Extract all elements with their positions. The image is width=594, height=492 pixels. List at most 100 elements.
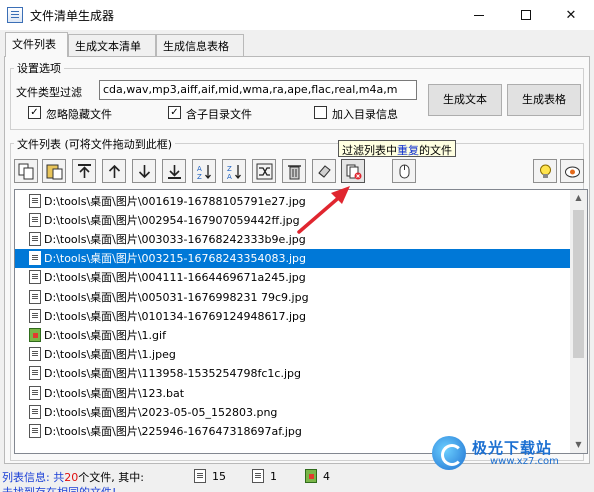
sort-az-icon: AZ [197, 164, 211, 180]
status-suffix: 个文件, 其中: [78, 471, 144, 484]
sort-za-icon: ZA [227, 164, 241, 180]
move-down-button[interactable] [132, 159, 156, 183]
image-file-icon [29, 212, 41, 227]
list-item-path: D:\tools\桌面\图片\2023-05-05_152803.png [44, 405, 278, 419]
list-item[interactable]: D:\tools\桌面\图片\004111-1664469671a245.jpg [15, 268, 575, 287]
maximize-icon [521, 10, 531, 20]
filter-duplicates-button[interactable] [341, 159, 365, 183]
image-file-icon [29, 193, 41, 208]
shuffle-icon [256, 163, 272, 179]
list-item-path: D:\tools\桌面\图片\004111-1664469671a245.jpg [44, 271, 306, 285]
tooltip-prefix: 过滤列表中 [342, 144, 397, 157]
list-item-path: D:\tools\桌面\图片\001619-16788105791e27.jpg [44, 194, 306, 208]
image-file-icon [194, 469, 206, 483]
text-file-icon [252, 469, 264, 483]
list-item[interactable]: D:\tools\桌面\图片\010134-16769124948617.jpg [15, 306, 575, 325]
scroll-up-icon[interactable]: ▲ [570, 190, 587, 206]
status-count-image-value: 15 [212, 469, 226, 483]
image-file-icon [29, 347, 41, 362]
minimize-icon [474, 14, 484, 16]
watermark: 极光下载站 www.xz7.com [432, 436, 590, 470]
list-item-path: D:\tools\桌面\图片\003215-16768243354083.jpg [44, 252, 307, 266]
list-item-path: D:\tools\桌面\图片\005031-1676998231 79c9.jp… [44, 290, 309, 304]
generate-text-button[interactable]: 生成文本 [428, 84, 502, 116]
lightbulb-icon [539, 164, 551, 178]
mouse-icon [399, 164, 409, 178]
clear-button[interactable] [312, 159, 336, 183]
list-item-path: D:\tools\桌面\图片\225946-167647318697af.jpg [44, 424, 302, 438]
image-file-icon [29, 231, 41, 246]
close-button[interactable]: ✕ [548, 0, 594, 30]
svg-text:Z: Z [197, 173, 202, 180]
list-item-path: D:\tools\桌面\图片\003033-16768242333b9e.jpg [44, 232, 306, 246]
lightbulb-button[interactable] [533, 159, 557, 183]
copy-button[interactable] [14, 159, 38, 183]
window-title: 文件清单生成器 [30, 9, 115, 23]
filter-label: 文件类型过滤 [16, 86, 82, 99]
list-item[interactable]: D:\tools\桌面\图片\003215-16768243354083.jpg [15, 248, 575, 268]
status-count-gif: 4 [305, 469, 330, 483]
list-item-path: D:\tools\桌面\图片\1.gif [44, 328, 166, 342]
paste-icon [46, 164, 62, 179]
filter-input[interactable]: cda,wav,mp3,aiff,aif,mid,wma,ra,ape,flac… [99, 80, 417, 100]
add-dir-info-checkbox[interactable] [314, 106, 327, 119]
tooltip-highlight: 重复 [397, 144, 419, 157]
watermark-title: 极光下载站 [472, 439, 553, 457]
list-item[interactable]: D:\tools\桌面\图片\005031-1676998231 79c9.jp… [15, 287, 575, 306]
list-item[interactable]: D:\tools\桌面\图片\1.gif [15, 325, 575, 344]
shuffle-button[interactable] [252, 159, 276, 183]
move-top-button[interactable] [72, 159, 96, 183]
status-prefix: 列表信息: 共 [2, 471, 65, 484]
image-file-icon [29, 423, 41, 438]
svg-text:A: A [227, 173, 232, 180]
filter-duplicates-icon [346, 164, 361, 179]
list-item[interactable]: D:\tools\桌面\图片\123.bat [15, 383, 575, 402]
paste-button[interactable] [42, 159, 66, 183]
mouse-button[interactable] [392, 159, 416, 183]
sort-za-button[interactable]: ZA [222, 159, 246, 183]
ignore-hidden-checkbox[interactable]: ✓ [28, 106, 41, 119]
maximize-button[interactable] [503, 0, 549, 30]
tab-info-table[interactable]: 生成信息表格 [156, 34, 244, 56]
tab-text-list[interactable]: 生成文本清单 [68, 34, 156, 56]
list-item[interactable]: D:\tools\桌面\图片\2023-05-05_152803.png [15, 402, 575, 421]
list-item-path: D:\tools\桌面\图片\002954-167907059442ff.jpg [44, 213, 300, 227]
generate-table-button[interactable]: 生成表格 [507, 84, 581, 116]
about-button[interactable] [560, 159, 584, 183]
move-top-icon [77, 163, 91, 178]
image-file-icon [29, 289, 41, 304]
list-item-path: D:\tools\桌面\图片\113958-1535254798fc1c.jpg [44, 367, 301, 381]
scroll-thumb[interactable] [573, 210, 584, 358]
status-total: 20 [64, 471, 79, 484]
settings-group-title: 设置选项 [14, 60, 64, 76]
svg-text:Z: Z [227, 165, 232, 173]
sort-az-button[interactable]: AZ [192, 159, 216, 183]
image-file-icon [29, 404, 41, 419]
status-summary: 列表信息: 共20个文件, 其中: [2, 469, 144, 485]
ignore-hidden-label: 忽略隐藏文件 [46, 108, 112, 121]
add-dir-info-label: 加入目录信息 [332, 108, 398, 121]
gif-file-icon [29, 327, 41, 342]
tooltip-suffix: 的文件 [419, 144, 452, 157]
app-icon [7, 7, 23, 23]
image-file-icon [29, 308, 41, 323]
gif-file-icon [305, 469, 317, 483]
include-subdirs-checkbox[interactable]: ✓ [168, 106, 181, 119]
delete-icon [287, 164, 301, 179]
status-duplicates-message: 未找到存在相同的文件! [2, 484, 116, 492]
minimize-button[interactable] [456, 0, 502, 30]
move-up-button[interactable] [102, 159, 126, 183]
include-subdirs-label: 含子目录文件 [186, 108, 252, 121]
list-item[interactable]: D:\tools\桌面\图片\113958-1535254798fc1c.jpg [15, 364, 575, 383]
about-icon [564, 166, 580, 177]
move-bottom-button[interactable] [162, 159, 186, 183]
vertical-scrollbar[interactable]: ▲ ▼ [570, 190, 587, 453]
list-item-path: D:\tools\桌面\图片\123.bat [44, 386, 185, 400]
duplicates-tooltip: 过滤列表中重复的文件 [338, 140, 456, 157]
list-item[interactable]: D:\tools\桌面\图片\1.jpeg [15, 345, 575, 364]
delete-button[interactable] [282, 159, 306, 183]
title-bar: 文件清单生成器 ✕ [0, 0, 594, 30]
move-bottom-icon [167, 164, 181, 179]
tab-file-list[interactable]: 文件列表 [5, 32, 68, 57]
image-file-icon [29, 270, 41, 285]
